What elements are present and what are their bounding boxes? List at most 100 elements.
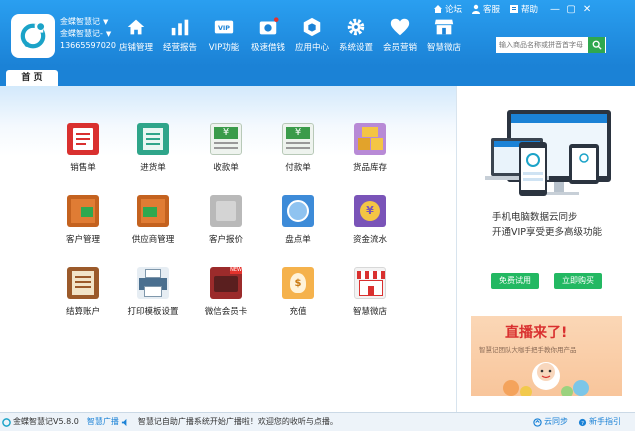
tile-smart-micro-shop[interactable]: 智慧微店: [338, 267, 402, 317]
nav-label: VIP功能: [208, 43, 240, 53]
cash-flow-icon: ¥: [354, 195, 386, 227]
quote-icon: [210, 195, 242, 227]
app-cube-icon: [303, 17, 321, 37]
tile-receipt[interactable]: ¥ 收款单: [194, 123, 258, 173]
nav-store-management[interactable]: 店铺管理: [114, 16, 158, 53]
promo-panel: 手机电脑数据云同步 开通VIP享受更多高级功能 免费试用 立即购买 直播来了! …: [457, 86, 635, 412]
tile-customer-quote[interactable]: 客户报价: [194, 195, 258, 245]
tile-recharge[interactable]: $ 充值: [266, 267, 330, 317]
tile-stocktake[interactable]: 盘点单: [266, 195, 330, 245]
tile-cash-flow[interactable]: ¥ 资金流水: [338, 195, 402, 245]
banner-title: 直播来了!: [505, 325, 568, 341]
chevron-down-icon[interactable]: ▼: [106, 30, 111, 38]
nav-business-report[interactable]: 经营报告: [158, 16, 202, 53]
free-trial-button[interactable]: 免费试用: [491, 273, 539, 289]
broadcast-message: 智慧记自助广播系统开始广播啦！欢迎您的收听与点播。: [137, 417, 338, 426]
nav-vip[interactable]: VIP VIP功能: [202, 16, 246, 53]
novice-guide-label: 新手指引: [589, 417, 621, 426]
nav-fast-loan[interactable]: 极速借钱: [246, 16, 290, 53]
help-label: 帮助: [521, 5, 539, 15]
main-nav: 店铺管理 经营报告 VIP VIP功能 极速借钱 应用中心 系统设置 会员营销: [114, 16, 466, 53]
supplier-icon: [137, 195, 169, 227]
nav-label: 系统设置: [338, 43, 373, 53]
tab-home[interactable]: 首 页: [6, 70, 58, 86]
top-links: 论坛 客服 帮助 — ▢ ✕: [433, 3, 595, 15]
promo-text: 手机电脑数据云同步 开通VIP享受更多高级功能: [492, 210, 602, 240]
micro-shop-icon: [354, 267, 386, 299]
tile-sales-order[interactable]: 销售单: [51, 123, 115, 173]
tile-label: 智慧微店: [352, 307, 387, 317]
inventory-icon: [354, 123, 386, 155]
nav-label: 应用中心: [294, 43, 329, 53]
restore-button[interactable]: ▢: [563, 4, 579, 15]
tab-bar: 首 页: [0, 66, 635, 86]
payment-icon: ¥: [282, 123, 314, 155]
guide-icon: ?: [578, 418, 587, 426]
app-mini-logo-icon: [2, 417, 11, 427]
promo-line-1: 手机电脑数据云同步: [492, 212, 578, 223]
store-name-secondary: 金蝶智慧记-: [60, 29, 103, 38]
buy-now-button[interactable]: 立即购买: [554, 273, 602, 289]
close-button[interactable]: ✕: [579, 4, 595, 15]
header-bar: 金蝶智慧记 ▼ 金蝶智慧记- ▼ 13665597020 店铺管理 经营报告 VIP…: [0, 0, 635, 66]
tile-customer-management[interactable]: 客户管理: [51, 195, 115, 245]
version-text: 金蝶智慧记V5.8.0: [13, 417, 79, 426]
nav-label: 会员营销: [382, 43, 417, 53]
nav-app-center[interactable]: 应用中心: [290, 16, 334, 53]
search-button[interactable]: [588, 37, 605, 53]
help-link[interactable]: 帮助: [509, 3, 538, 15]
nav-label: 经营报告: [162, 43, 197, 53]
tile-print-template[interactable]: 打印模板设置: [121, 267, 185, 317]
tile-label: 打印模板设置: [127, 307, 179, 317]
vip-card-icon: VIP: [214, 20, 234, 34]
tile-label: 结算账户: [65, 307, 100, 317]
tile-supplier-management[interactable]: 供应商管理: [121, 195, 185, 245]
purchase-order-icon: [137, 123, 169, 155]
version-info: 金蝶智慧记V5.8.0: [2, 413, 79, 431]
broadcast-label: 智慧广播: [86, 417, 119, 426]
search-icon: [592, 40, 602, 50]
tile-settlement-account[interactable]: 结算账户: [51, 267, 115, 317]
store-phone: 13665597020: [60, 41, 116, 50]
tile-inventory[interactable]: 货品库存: [338, 123, 402, 173]
forum-link[interactable]: 论坛: [433, 3, 462, 15]
store-info[interactable]: 金蝶智慧记 ▼ 金蝶智慧记- ▼ 13665597020: [60, 16, 116, 52]
novice-guide-button[interactable]: ? 新手指引: [578, 413, 621, 431]
tile-label: 付款单: [285, 163, 311, 173]
service-link[interactable]: 客服: [471, 3, 500, 15]
nav-label: 店铺管理: [118, 43, 153, 53]
tile-label: 客户报价: [208, 235, 243, 245]
devices-illustration: [485, 110, 611, 196]
money-bag-icon: [259, 17, 279, 35]
nav-member-marketing[interactable]: 会员营销: [378, 16, 422, 53]
tile-wechat-card[interactable]: NEW 微信会员卡: [194, 267, 258, 317]
cloud-sync-button[interactable]: 云同步: [533, 413, 568, 431]
svg-text:?: ?: [581, 420, 584, 426]
service-label: 客服: [483, 5, 501, 15]
customer-icon: [67, 195, 99, 227]
function-grid: 销售单 进货单 ¥ 收款单 ¥ 付款单 货品库存 客户管理 供应商管理 客户报价…: [0, 86, 456, 412]
home-icon: [127, 19, 145, 35]
tile-purchase-order[interactable]: 进货单: [121, 123, 185, 173]
nav-label: 智慧微店: [426, 43, 461, 53]
shop-icon: [434, 19, 454, 35]
store-name: 金蝶智慧记: [60, 17, 100, 26]
cartoon-people-illustration: [503, 362, 589, 396]
speaker-icon: [121, 418, 127, 426]
forum-label: 论坛: [445, 5, 463, 15]
minimize-button[interactable]: —: [547, 4, 563, 15]
broadcast-link[interactable]: 智慧广播: [87, 413, 130, 431]
live-stream-banner[interactable]: 直播来了! 智慧记团队大咖手把手教你用产品: [471, 316, 622, 396]
tile-label: 收款单: [213, 163, 239, 173]
printer-icon: [137, 267, 169, 299]
tile-payment[interactable]: ¥ 付款单: [266, 123, 330, 173]
nav-smart-shop[interactable]: 智慧微店: [422, 16, 466, 53]
tile-label: 销售单: [70, 163, 96, 173]
user-icon: [472, 4, 481, 14]
tile-label: 充值: [289, 307, 307, 317]
nav-system-settings[interactable]: 系统设置: [334, 16, 378, 53]
sales-order-icon: [67, 123, 99, 155]
account-icon: [67, 267, 99, 299]
cloud-sync-icon: [533, 417, 542, 427]
chevron-down-icon[interactable]: ▼: [103, 18, 108, 26]
